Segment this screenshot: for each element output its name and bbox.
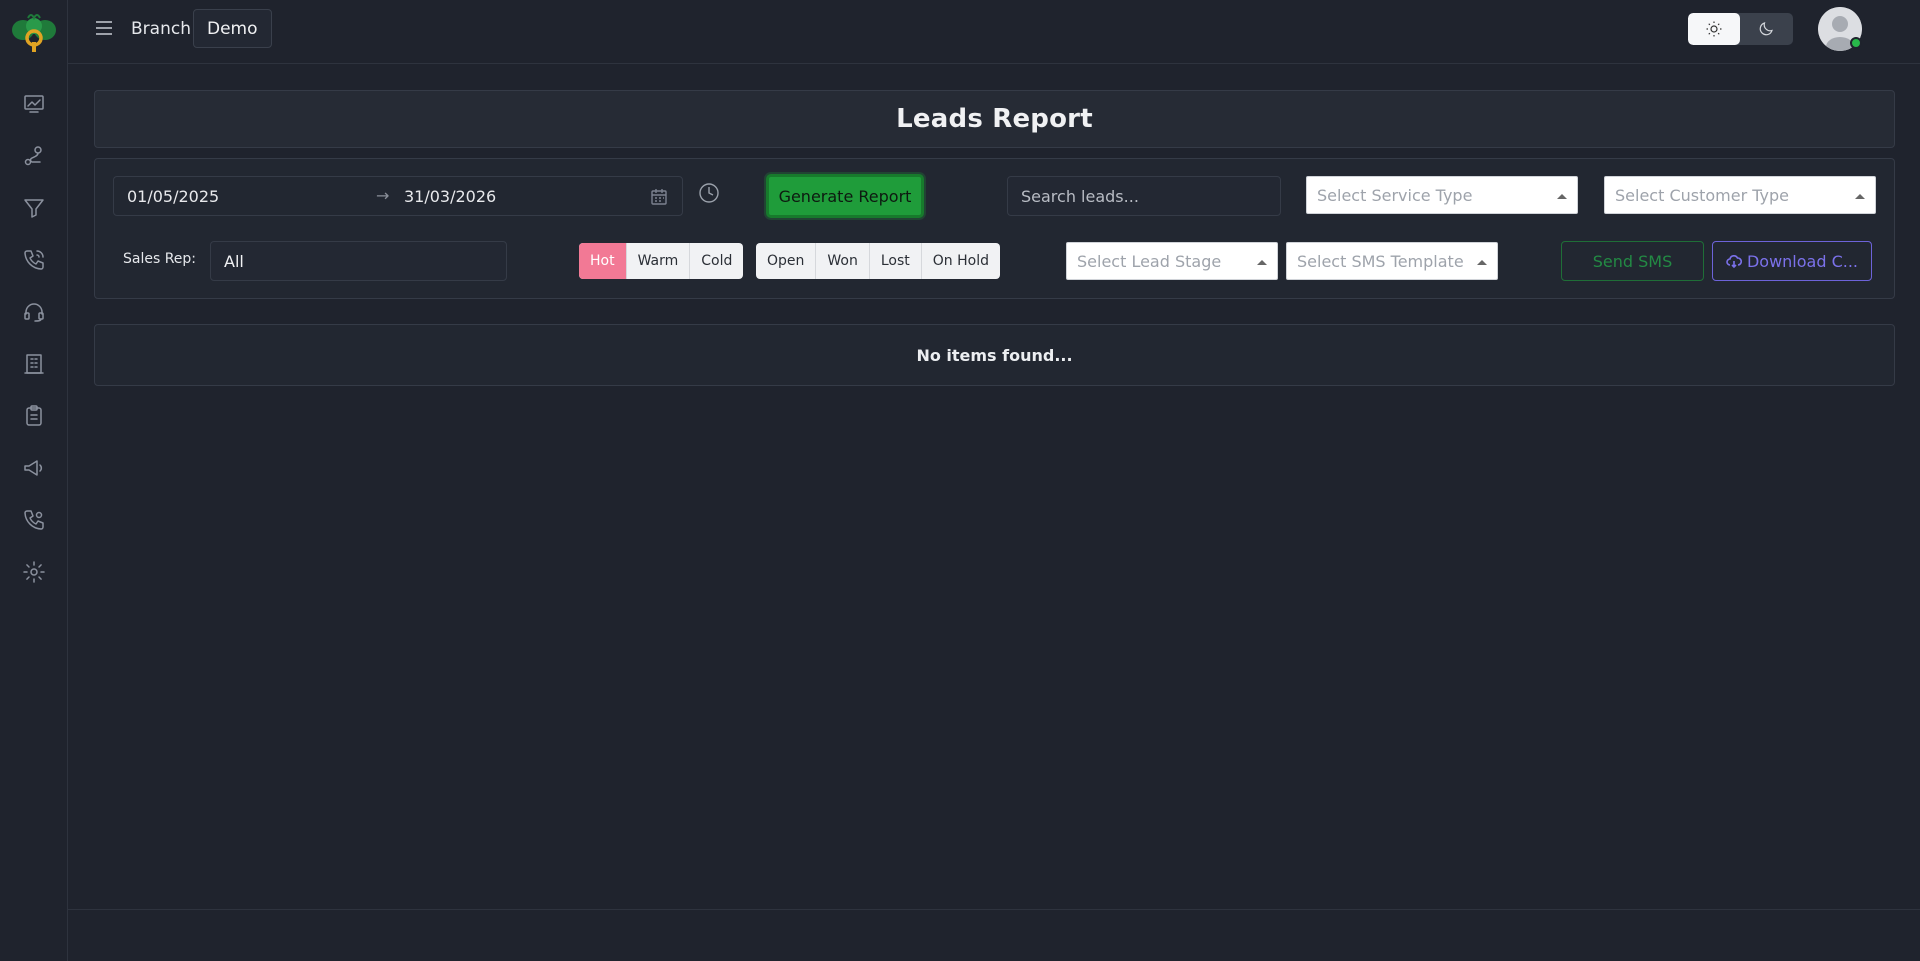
clock-icon[interactable] xyxy=(698,182,720,204)
clipboard-list-icon[interactable] xyxy=(20,402,48,430)
caret-up-icon xyxy=(1557,194,1567,199)
phone-settings-icon[interactable] xyxy=(20,506,48,534)
date-start[interactable]: 01/05/2025 xyxy=(127,187,219,206)
arrow-right-icon: → xyxy=(376,186,390,205)
sms-template-placeholder: Select SMS Template xyxy=(1297,251,1464,271)
temperature-button-group: Hot Warm Cold xyxy=(579,243,744,279)
open-button[interactable]: Open xyxy=(756,243,817,279)
page-title: Leads Report xyxy=(896,104,1093,134)
download-label: Download C... xyxy=(1746,251,1859,271)
status-button-group: Open Won Lost On Hold xyxy=(756,243,1000,279)
lost-button[interactable]: Lost xyxy=(870,243,922,279)
search-input[interactable] xyxy=(1007,176,1281,216)
top-header: Branch Demo xyxy=(68,0,1920,64)
lead-stage-placeholder: Select Lead Stage xyxy=(1077,251,1222,271)
caret-up-icon xyxy=(1855,194,1865,199)
cloud-download-icon xyxy=(1726,255,1742,269)
customer-type-placeholder: Select Customer Type xyxy=(1615,185,1789,205)
page-title-card: Leads Report xyxy=(94,90,1895,148)
caret-up-icon xyxy=(1257,260,1267,265)
filter-panel: 01/05/2025 → 31/03/2026 Generate Report … xyxy=(94,158,1895,299)
service-type-select[interactable]: Select Service Type xyxy=(1306,176,1578,214)
dark-mode-button[interactable] xyxy=(1740,13,1792,45)
online-status-dot xyxy=(1850,37,1862,49)
customer-type-select[interactable]: Select Customer Type xyxy=(1604,176,1876,214)
won-button[interactable]: Won xyxy=(816,243,870,279)
filter-icon[interactable] xyxy=(20,194,48,222)
gear-icon[interactable] xyxy=(20,558,48,586)
route-icon[interactable] xyxy=(20,142,48,170)
date-range-picker[interactable]: 01/05/2025 → 31/03/2026 xyxy=(113,176,683,216)
download-button[interactable]: Download C... xyxy=(1712,241,1872,281)
sales-rep-select[interactable]: All xyxy=(210,241,507,281)
sidebar xyxy=(0,0,68,961)
dashboard-chart-icon[interactable] xyxy=(20,90,48,118)
sales-rep-label: Sales Rep: xyxy=(123,251,197,267)
calendar-icon[interactable] xyxy=(650,188,668,206)
moon-icon xyxy=(1759,22,1773,36)
service-type-placeholder: Select Service Type xyxy=(1317,185,1473,205)
sun-icon xyxy=(1706,21,1722,37)
theme-toggle xyxy=(1688,13,1793,45)
send-sms-button[interactable]: Send SMS xyxy=(1561,241,1704,281)
headset-icon[interactable] xyxy=(20,298,48,326)
date-end[interactable]: 31/03/2026 xyxy=(404,187,496,206)
branch-select[interactable]: Demo xyxy=(193,9,272,48)
menu-toggle-icon[interactable] xyxy=(94,18,114,38)
lead-stage-select[interactable]: Select Lead Stage xyxy=(1066,242,1278,280)
caret-up-icon xyxy=(1477,260,1487,265)
app-logo[interactable] xyxy=(9,8,59,58)
sms-template-select[interactable]: Select SMS Template xyxy=(1286,242,1498,280)
generate-report-button[interactable]: Generate Report xyxy=(766,174,924,218)
on-hold-button[interactable]: On Hold xyxy=(922,243,1000,279)
building-icon[interactable] xyxy=(20,350,48,378)
empty-message: No items found... xyxy=(916,345,1073,365)
light-mode-button[interactable] xyxy=(1688,13,1740,45)
footer-divider xyxy=(68,909,1920,910)
warm-button[interactable]: Warm xyxy=(627,243,691,279)
hot-button[interactable]: Hot xyxy=(579,243,627,279)
cold-button[interactable]: Cold xyxy=(690,243,743,279)
results-empty-state: No items found... xyxy=(94,324,1895,386)
phone-call-icon[interactable] xyxy=(20,246,48,274)
megaphone-icon[interactable] xyxy=(20,454,48,482)
branch-label: Branch xyxy=(131,19,191,39)
